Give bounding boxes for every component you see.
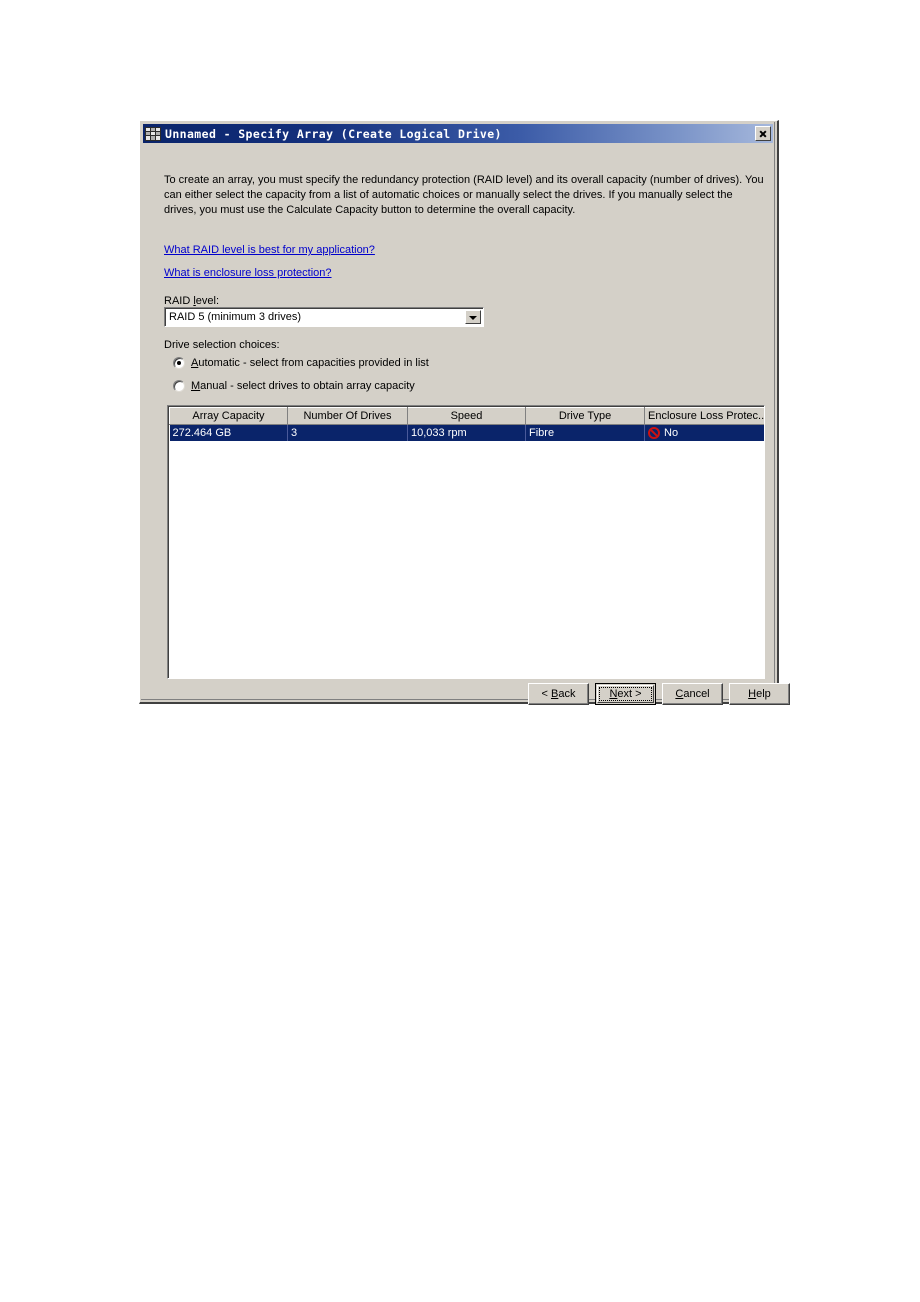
prohibition-icon [648,426,660,439]
table-row[interactable]: 272.464 GB 3 10,033 rpm Fibre No [169,424,764,441]
column-header-number-of-drives[interactable]: Number Of Drives [287,407,408,425]
radio-automatic-label: Automatic - select from capacities provi… [191,357,429,369]
dialog-description: To create an array, you must specify the… [164,174,764,216]
raid-level-select[interactable]: RAID 5 (minimum 3 drives) [164,307,484,327]
close-icon[interactable] [755,126,771,141]
column-header-drive-type[interactable]: Drive Type [525,407,645,425]
raid-level-label: RAID level: [164,295,220,307]
specify-array-dialog: Unnamed - Specify Array (Create Logical … [139,120,790,705]
array-grid-icon [145,126,161,141]
link-enclosure-loss-help[interactable]: What is enclosure loss protection? [164,267,332,279]
radio-manual-label: Manual - select drives to obtain array c… [191,380,415,392]
link-raid-level-help[interactable]: What RAID level is best for my applicati… [164,244,375,256]
back-button[interactable]: < Back [528,683,589,705]
column-header-array-capacity[interactable]: Array Capacity [169,407,288,425]
cell-speed: 10,033 rpm [407,424,526,441]
dialog-content: To create an array, you must specify the… [143,145,790,705]
column-header-speed[interactable]: Speed [407,407,526,425]
cell-drive-type: Fibre [525,424,645,441]
radio-automatic-mark [173,357,185,369]
back-button-label: < Back [541,688,576,700]
cell-enclosure-loss-protection: No [644,424,764,441]
array-capacity-table[interactable]: Array Capacity Number Of Drives Speed Dr… [167,405,765,679]
cancel-button-label: Cancel [675,688,710,700]
raid-level-value: RAID 5 (minimum 3 drives) [169,311,302,323]
table-bevel [168,406,764,678]
column-header-enclosure-loss-protection[interactable]: Enclosure Loss Protec... [644,407,764,425]
cell-number-of-drives: 3 [287,424,408,441]
radio-manual-mark [173,380,185,392]
next-button-label: Next > [609,688,642,700]
radio-automatic[interactable]: Automatic - select from capacities provi… [173,357,429,369]
next-button[interactable]: Next > [595,683,656,705]
cancel-button[interactable]: Cancel [662,683,723,705]
chevron-down-icon[interactable] [465,310,481,324]
table-header-row: Array Capacity Number Of Drives Speed Dr… [169,407,764,425]
dialog-titlebar[interactable]: Unnamed - Specify Array (Create Logical … [143,124,773,143]
cell-enclosure-loss-protection-text: No [664,426,679,439]
cell-array-capacity: 272.464 GB [169,424,288,441]
dialog-title: Unnamed - Specify Array (Create Logical … [165,126,502,141]
help-button[interactable]: Help [729,683,790,705]
radio-manual[interactable]: Manual - select drives to obtain array c… [173,380,415,392]
help-button-label: Help [748,688,771,700]
drive-selection-label: Drive selection choices: [164,339,280,351]
